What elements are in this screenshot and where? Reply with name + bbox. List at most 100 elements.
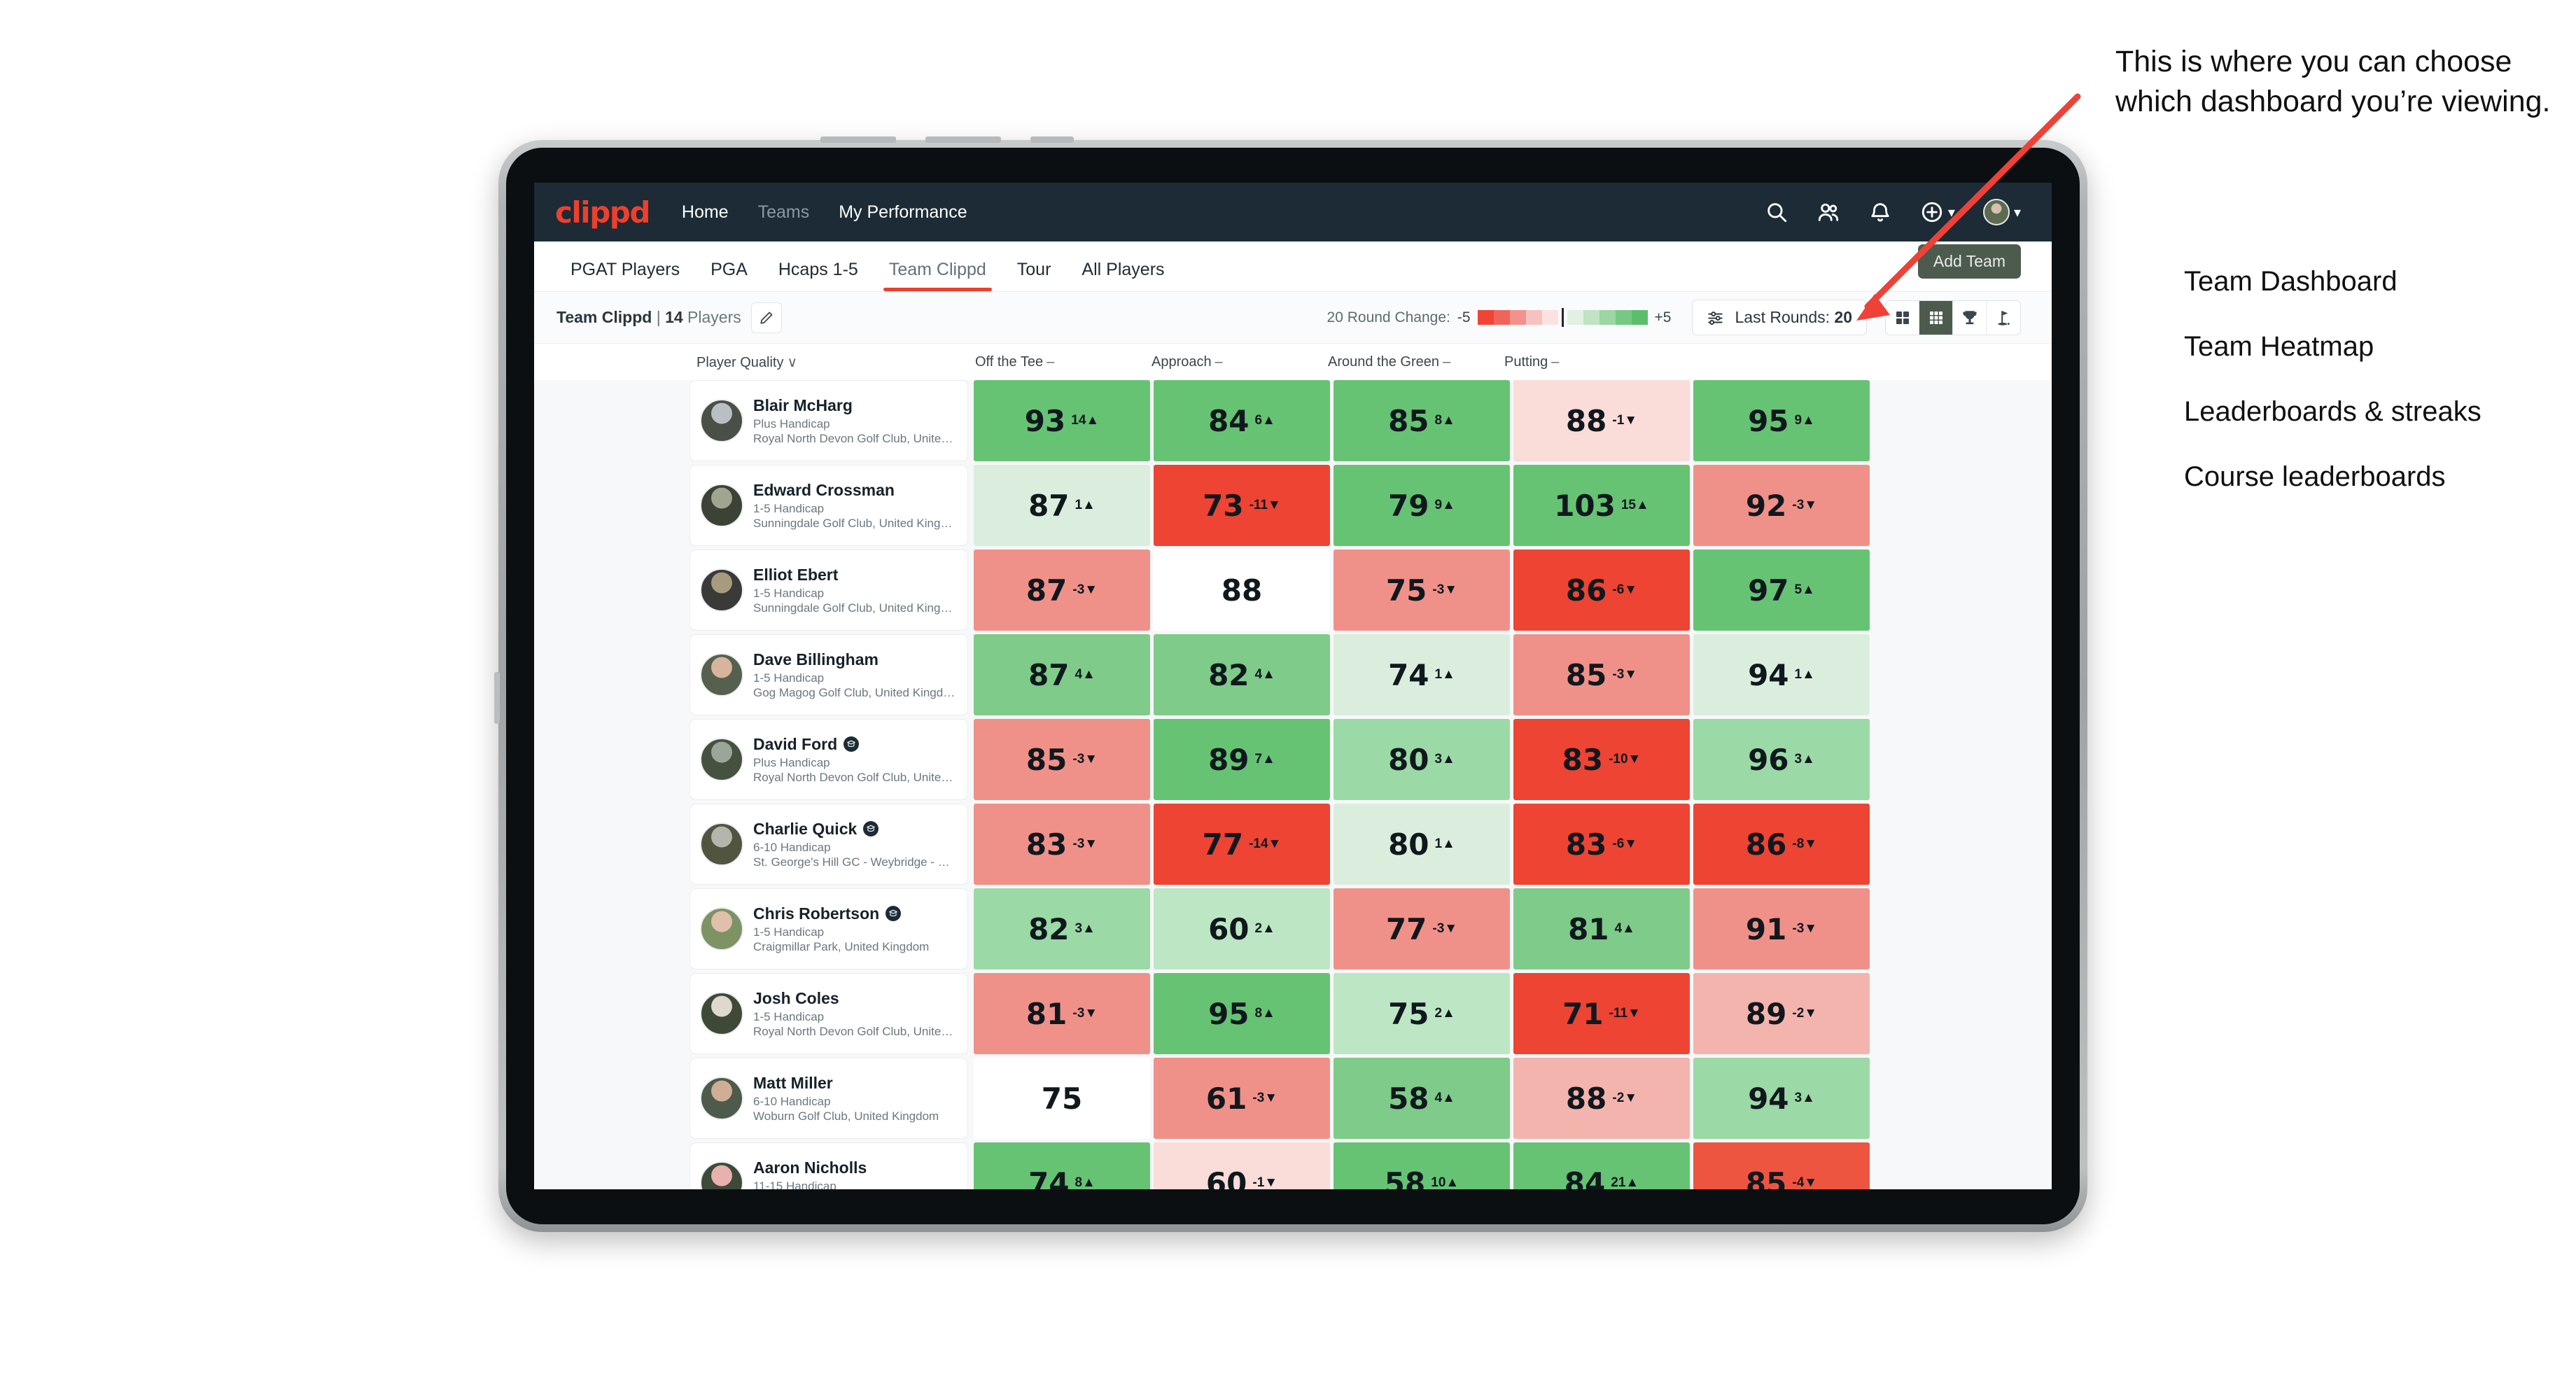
search-icon[interactable] (1765, 200, 1788, 224)
table-row[interactable]: Matt Miller 6-10 Handicap Woburn Golf Club… (534, 1058, 2052, 1139)
table-row[interactable]: Charlie Quick 6-10 Handicap St. George's H… (534, 804, 2052, 885)
player-avatar (700, 568, 743, 612)
metric-cell-approach[interactable]: 80 1▲ (1334, 804, 1510, 885)
metric-cell-player-quality[interactable]: 87 4▲ (974, 634, 1150, 715)
metric-cell-putting[interactable]: 96 3▲ (1693, 719, 1870, 800)
table-row[interactable]: Chris Robertson 1-5 Handicap Craigmillar P… (534, 888, 2052, 969)
metric-cell-putting[interactable]: 94 3▲ (1693, 1058, 1870, 1139)
column-header-approach[interactable]: Approach – (1144, 354, 1321, 370)
clippd-logo[interactable]: clippd (555, 195, 650, 230)
metric-cell-player-quality[interactable]: 81 -3▼ (974, 973, 1150, 1054)
player-card[interactable]: Chris Robertson 1-5 Handicap Craigmillar P… (690, 888, 968, 969)
column-header-around-the-green[interactable]: Around the Green – (1321, 354, 1497, 370)
table-row[interactable]: Dave Billingham 1-5 Handicap Gog Magog Gol… (534, 634, 2052, 715)
player-name: Blair McHarg (753, 396, 956, 415)
metric-cell-putting[interactable]: 86 -8▼ (1693, 804, 1870, 885)
metric-delta: -6▼ (1612, 582, 1638, 597)
metric-cell-off-the-tee[interactable]: 60 -1▼ (1154, 1142, 1330, 1189)
metric-cell-off-the-tee[interactable]: 88 (1154, 550, 1330, 631)
metric-cell-off-the-tee[interactable]: 95 8▲ (1154, 973, 1330, 1054)
player-name-text: Elliot Ebert (753, 565, 839, 584)
table-row[interactable]: Aaron Nicholls11-15 HandicapDrift Golf C… (534, 1142, 2052, 1189)
metric-cell-putting[interactable]: 85 -4▼ (1693, 1142, 1870, 1189)
metric-cell-around-the-green[interactable]: 88 -2▼ (1513, 1058, 1690, 1139)
table-row[interactable]: Blair McHarg Plus Handicap Royal North Dev… (534, 380, 2052, 461)
metric-value: 85 (1388, 403, 1429, 438)
metric-cell-player-quality[interactable]: 93 14▲ (974, 380, 1150, 461)
tab-tour[interactable]: Tour (1002, 260, 1067, 291)
metric-cell-approach[interactable]: 75 -3▼ (1334, 550, 1510, 631)
metric-cell-off-the-tee[interactable]: 77 -14▼ (1154, 804, 1330, 885)
metric-cell-player-quality[interactable]: 85 -3▼ (974, 719, 1150, 800)
metric-cell-around-the-green[interactable]: 71 -11▼ (1513, 973, 1690, 1054)
metric-cell-approach[interactable]: 75 2▲ (1334, 973, 1510, 1054)
metric-cell-off-the-tee[interactable]: 60 2▲ (1154, 888, 1330, 969)
metric-delta: 9▲ (1434, 498, 1455, 512)
nav-link-teams[interactable]: Teams (758, 202, 810, 223)
metric-cell-player-quality[interactable]: 75 (974, 1058, 1150, 1139)
metric-cell-off-the-tee[interactable]: 84 6▲ (1154, 380, 1330, 461)
metric-cell-around-the-green[interactable]: 103 15▲ (1513, 465, 1690, 546)
metric-cell-player-quality[interactable]: 82 3▲ (974, 888, 1150, 969)
edit-team-button[interactable] (750, 302, 782, 333)
metric-cell-approach[interactable]: 58 4▲ (1334, 1058, 1510, 1139)
metric-cell-approach[interactable]: 79 9▲ (1334, 465, 1510, 546)
metric-cell-putting[interactable]: 94 1▲ (1693, 634, 1870, 715)
metric-cell-around-the-green[interactable]: 83 -10▼ (1513, 719, 1690, 800)
metric-cell-approach[interactable]: 58 10▲ (1334, 1142, 1510, 1189)
table-row[interactable]: Elliot Ebert 1-5 Handicap Sunningdale Golf… (534, 550, 2052, 631)
metric-cell-off-the-tee[interactable]: 82 4▲ (1154, 634, 1330, 715)
metric-cell-approach[interactable]: 85 8▲ (1334, 380, 1510, 461)
player-card[interactable]: Blair McHarg Plus Handicap Royal North Dev… (690, 380, 968, 461)
metric-cell-player-quality[interactable]: 87 -3▼ (974, 550, 1150, 631)
metric-cell-approach[interactable]: 77 -3▼ (1334, 888, 1510, 969)
metric-cell-putting[interactable]: 97 5▲ (1693, 550, 1870, 631)
metric-cell-off-the-tee[interactable]: 89 7▲ (1154, 719, 1330, 800)
nav-link-home[interactable]: Home (682, 202, 729, 223)
metric-cell-around-the-green[interactable]: 83 -6▼ (1513, 804, 1690, 885)
metric-cell-off-the-tee[interactable]: 61 -3▼ (1154, 1058, 1330, 1139)
tab-hcaps-1-5[interactable]: Hcaps 1-5 (763, 260, 874, 291)
legend-swatch (1583, 310, 1600, 325)
player-card[interactable]: Dave Billingham 1-5 Handicap Gog Magog Gol… (690, 634, 968, 715)
metric-cell-putting[interactable]: 92 -3▼ (1693, 465, 1870, 546)
metric-value: 91 (1745, 911, 1787, 946)
metric-cell-approach[interactable]: 80 3▲ (1334, 719, 1510, 800)
legend-swatch (1525, 310, 1542, 325)
metric-cell-player-quality[interactable]: 87 1▲ (974, 465, 1150, 546)
table-row[interactable]: Edward Crossman 1-5 Handicap Sunningdale G… (534, 465, 2052, 546)
column-header-player-quality[interactable]: Player Quality ∨ (691, 354, 968, 371)
player-card[interactable]: David Ford Plus Handicap Royal North Devon… (690, 719, 968, 800)
tab-all-players[interactable]: All Players (1066, 260, 1180, 291)
player-name-text: Matt Miller (753, 1073, 833, 1092)
metric-delta: -3▼ (1072, 582, 1098, 597)
nav-link-my-performance[interactable]: My Performance (839, 202, 967, 223)
column-header-off-the-tee[interactable]: Off the Tee – (968, 354, 1144, 370)
metric-cell-putting[interactable]: 89 -2▼ (1693, 973, 1870, 1054)
metric-cell-putting[interactable]: 91 -3▼ (1693, 888, 1870, 969)
tab-pga[interactable]: PGA (695, 260, 763, 291)
metric-value: 80 (1388, 827, 1429, 862)
column-header-putting[interactable]: Putting – (1497, 354, 1674, 370)
tab-team-clippd[interactable]: Team Clippd (874, 260, 1002, 291)
metric-cell-approach[interactable]: 74 1▲ (1334, 634, 1510, 715)
table-row[interactable]: David Ford Plus Handicap Royal North Devon… (534, 719, 2052, 800)
metric-cell-player-quality[interactable]: 74 8▲ (974, 1142, 1150, 1189)
player-card[interactable]: Edward Crossman 1-5 Handicap Sunningdale G… (690, 465, 968, 546)
metric-cell-around-the-green[interactable]: 85 -3▼ (1513, 634, 1690, 715)
player-card[interactable]: Charlie Quick 6-10 Handicap St. George's H… (690, 804, 968, 885)
metric-cell-around-the-green[interactable]: 84 21▲ (1513, 1142, 1690, 1189)
tab-pgat-players[interactable]: PGAT Players (555, 260, 695, 291)
metric-cell-around-the-green[interactable]: 88 -1▼ (1513, 380, 1690, 461)
metric-cell-off-the-tee[interactable]: 73 -11▼ (1154, 465, 1330, 546)
metric-cell-around-the-green[interactable]: 81 4▲ (1513, 888, 1690, 969)
table-row[interactable]: Josh Coles 1-5 Handicap Royal North Devon … (534, 973, 2052, 1054)
metric-cell-player-quality[interactable]: 83 -3▼ (974, 804, 1150, 885)
metric-cell-putting[interactable]: 95 9▲ (1693, 380, 1870, 461)
player-card[interactable]: Matt Miller 6-10 Handicap Woburn Golf Club… (690, 1058, 968, 1139)
player-card[interactable]: Aaron Nicholls11-15 HandicapDrift Golf C… (690, 1142, 968, 1189)
player-name-text: Dave Billingham (753, 650, 878, 668)
player-card[interactable]: Elliot Ebert 1-5 Handicap Sunningdale Golf… (690, 550, 968, 631)
metric-cell-around-the-green[interactable]: 86 -6▼ (1513, 550, 1690, 631)
player-card[interactable]: Josh Coles 1-5 Handicap Royal North Devon … (690, 973, 968, 1054)
